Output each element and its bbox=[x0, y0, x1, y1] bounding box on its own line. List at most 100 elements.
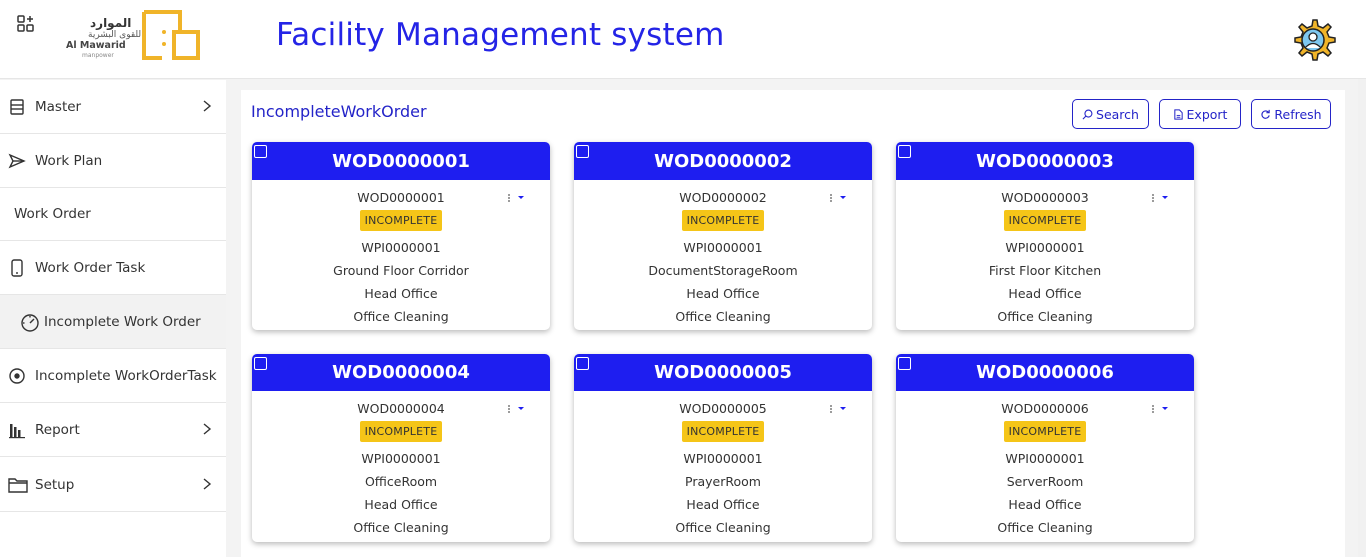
refresh-icon bbox=[1261, 109, 1271, 119]
card-checkbox[interactable] bbox=[576, 357, 589, 370]
status-badge: INCOMPLETE bbox=[359, 210, 443, 231]
logo-arabic-subtitle: للقوى البشرية bbox=[88, 30, 142, 40]
chevron-right-icon bbox=[203, 100, 212, 112]
card-checkbox[interactable] bbox=[254, 145, 267, 158]
search-button-label: Search bbox=[1096, 106, 1139, 122]
document-icon bbox=[1173, 108, 1183, 120]
search-button[interactable]: Search bbox=[1072, 99, 1149, 129]
card-menu-icon[interactable] bbox=[1150, 193, 1174, 203]
card-menu-icon[interactable] bbox=[828, 193, 852, 203]
sidebar-item-label: Setup bbox=[35, 476, 75, 493]
card-checkbox[interactable] bbox=[254, 357, 267, 370]
sidebar: Master Work Plan Work Order Work Order T… bbox=[0, 80, 226, 557]
card-title: WOD0000006 bbox=[976, 362, 1114, 383]
app-title: Facility Management system bbox=[276, 17, 725, 53]
export-button[interactable]: Export bbox=[1159, 99, 1241, 129]
sidebar-item-incomplete-work-order[interactable]: Incomplete Work Order bbox=[0, 295, 226, 349]
logo-arabic-title: الموارد bbox=[90, 16, 132, 30]
card-menu-icon[interactable] bbox=[506, 193, 530, 203]
sidebar-item-label: Work Order Task bbox=[35, 259, 146, 276]
card-plan: WPI0000001 bbox=[361, 240, 441, 255]
folder-icon bbox=[8, 476, 28, 494]
chevron-right-icon bbox=[203, 478, 212, 490]
work-order-card[interactable]: WOD0000004 WOD0000004 INCOMPLETE WPI0000… bbox=[252, 354, 550, 542]
card-location: PrayerRoom bbox=[685, 474, 761, 489]
card-service: Office Cleaning bbox=[997, 520, 1093, 535]
card-plan: WPI0000001 bbox=[1005, 240, 1085, 255]
work-order-card[interactable]: WOD0000002 WOD0000002 INCOMPLETE WPI0000… bbox=[574, 142, 872, 330]
card-site: Head Office bbox=[364, 286, 438, 301]
card-title: WOD0000001 bbox=[332, 150, 470, 172]
card-location: ServerRoom bbox=[1006, 474, 1084, 489]
company-logo: الموارد للقوى البشرية Al Mawarid manpowe… bbox=[64, 8, 204, 64]
card-site: Head Office bbox=[686, 497, 760, 512]
sidebar-item-label: Report bbox=[35, 421, 80, 438]
logo-english-title: Al Mawarid bbox=[66, 40, 126, 51]
sidebar-item-setup[interactable]: Setup bbox=[0, 458, 226, 512]
card-service: Office Cleaning bbox=[353, 520, 449, 535]
card-location: First Floor Kitchen bbox=[988, 263, 1102, 278]
logo-mark-icon bbox=[142, 10, 200, 60]
card-plan: WPI0000001 bbox=[683, 451, 763, 466]
card-location: Ground Floor Corridor bbox=[333, 263, 469, 278]
work-order-card[interactable]: WOD0000003 WOD0000003 INCOMPLETE WPI0000… bbox=[896, 142, 1194, 330]
card-checkbox[interactable] bbox=[898, 145, 911, 158]
sidebar-item-label: Incomplete Work Order bbox=[44, 313, 201, 330]
card-header: WOD0000006 bbox=[896, 354, 1194, 391]
card-plan: WPI0000001 bbox=[361, 451, 441, 466]
work-order-card[interactable]: WOD0000001 WOD0000001 INCOMPLETE WPI0000… bbox=[252, 142, 550, 330]
card-plan: WPI0000001 bbox=[683, 240, 763, 255]
card-site: Head Office bbox=[364, 497, 438, 512]
sidebar-item-work-plan[interactable]: Work Plan bbox=[0, 134, 226, 188]
card-header: WOD0000004 bbox=[252, 354, 550, 391]
card-service: Office Cleaning bbox=[675, 520, 771, 535]
sidebar-item-work-order-task[interactable]: Work Order Task bbox=[0, 241, 226, 295]
card-location: OfficeRoom bbox=[364, 474, 438, 489]
card-service: Office Cleaning bbox=[997, 309, 1093, 324]
card-site: Head Office bbox=[1008, 497, 1082, 512]
card-menu-icon[interactable] bbox=[828, 404, 852, 414]
sidebar-item-label: Incomplete WorkOrderTask bbox=[35, 367, 217, 384]
sidebar-item-work-order[interactable]: Work Order bbox=[0, 187, 226, 241]
app-header: الموارد للقوى البشرية Al Mawarid manpowe… bbox=[0, 0, 1366, 79]
sidebar-item-label: Master bbox=[35, 98, 82, 115]
card-header: WOD0000003 bbox=[896, 142, 1194, 180]
status-badge: INCOMPLETE bbox=[1003, 421, 1087, 442]
page-title: IncompleteWorkOrder bbox=[251, 102, 427, 121]
target-icon bbox=[8, 367, 26, 385]
card-checkbox[interactable] bbox=[576, 145, 589, 158]
list-icon bbox=[8, 98, 26, 116]
card-menu-icon[interactable] bbox=[506, 404, 530, 414]
card-checkbox[interactable] bbox=[898, 357, 911, 370]
card-header: WOD0000005 bbox=[574, 354, 872, 391]
sidebar-item-report[interactable]: Report bbox=[0, 403, 226, 457]
card-header: WOD0000002 bbox=[574, 142, 872, 180]
refresh-button[interactable]: Refresh bbox=[1251, 99, 1331, 129]
card-title: WOD0000005 bbox=[654, 362, 792, 383]
sidebar-item-label: Work Plan bbox=[35, 152, 103, 169]
send-icon bbox=[8, 152, 26, 170]
export-button-label: Export bbox=[1186, 106, 1228, 122]
search-icon bbox=[1082, 109, 1093, 119]
apps-add-icon[interactable] bbox=[16, 14, 36, 34]
work-order-card[interactable]: WOD0000005 WOD0000005 INCOMPLETE WPI0000… bbox=[574, 354, 872, 542]
card-title: WOD0000003 bbox=[976, 150, 1114, 172]
card-menu-icon[interactable] bbox=[1150, 404, 1174, 414]
sidebar-item-master[interactable]: Master bbox=[0, 80, 226, 134]
sidebar-item-label: Work Order bbox=[14, 205, 91, 222]
card-site: Head Office bbox=[1008, 286, 1082, 301]
phone-icon bbox=[8, 258, 26, 277]
gauge-icon bbox=[20, 313, 39, 332]
page-scrollbar[interactable] bbox=[1358, 79, 1366, 557]
user-settings-icon[interactable] bbox=[1290, 17, 1336, 63]
card-title: WOD0000002 bbox=[654, 150, 792, 172]
status-badge: INCOMPLETE bbox=[681, 421, 765, 442]
card-service: Office Cleaning bbox=[675, 309, 771, 324]
status-badge: INCOMPLETE bbox=[681, 210, 765, 231]
status-badge: INCOMPLETE bbox=[1003, 210, 1087, 231]
card-service: Office Cleaning bbox=[353, 309, 449, 324]
refresh-button-label: Refresh bbox=[1274, 106, 1322, 122]
sidebar-item-incomplete-workordertask[interactable]: Incomplete WorkOrderTask bbox=[0, 349, 226, 403]
card-location: DocumentStorageRoom bbox=[648, 263, 798, 278]
work-order-card[interactable]: WOD0000006 WOD0000006 INCOMPLETE WPI0000… bbox=[896, 354, 1194, 542]
